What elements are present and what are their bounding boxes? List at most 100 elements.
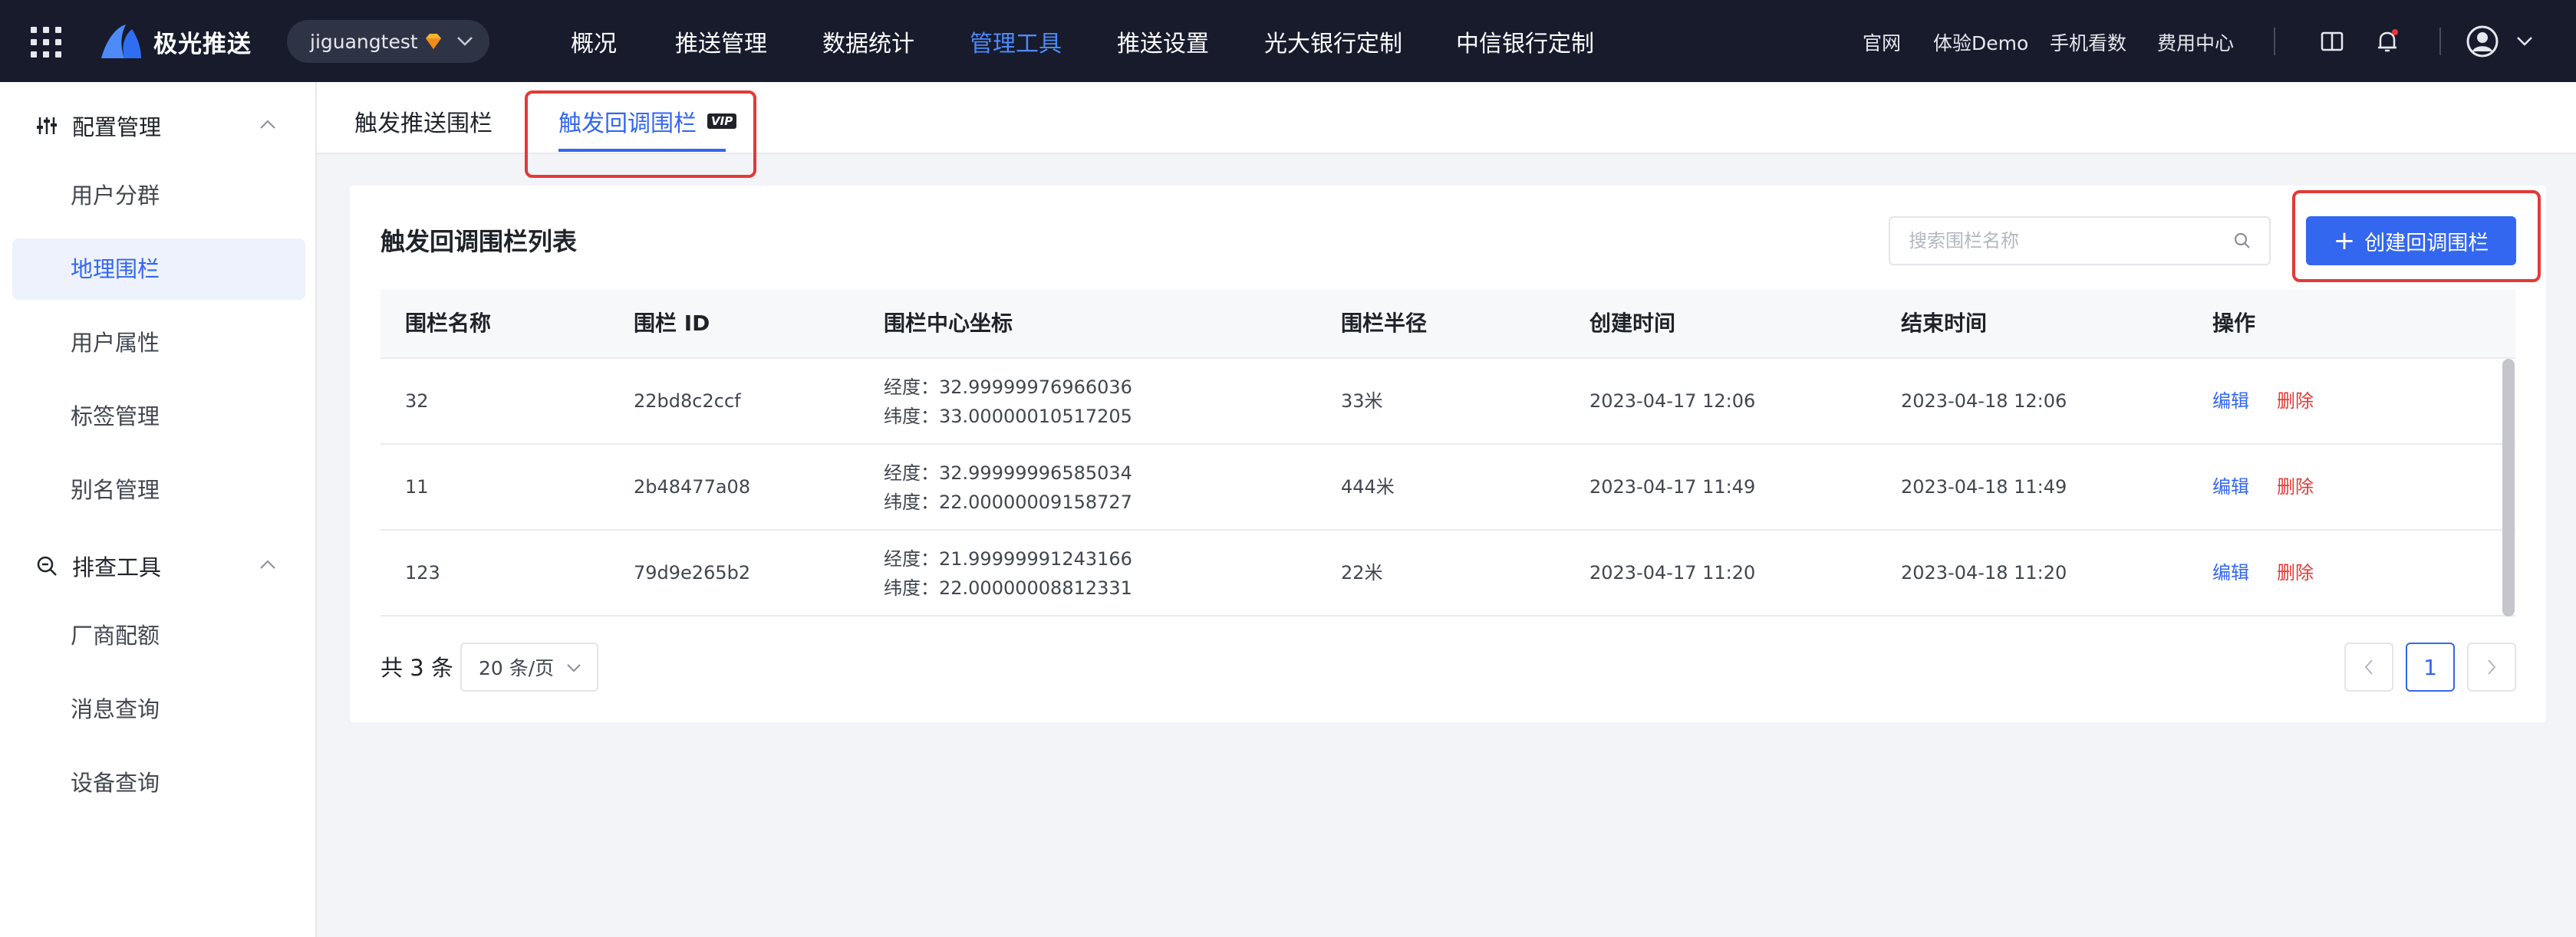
end-time: 2023-04-18 12:06 [1901,390,2067,412]
nav-everbright-custom[interactable]: 光大银行定制 [1264,26,1402,58]
created-time: 2023-04-17 11:49 [1589,476,1756,498]
card-title: 触发回调围栏列表 [380,227,578,256]
edit-link[interactable]: 编辑 [2212,445,2249,529]
demo-link[interactable]: 体验Demo [1933,29,2028,55]
tab-push-geofence[interactable]: 触发推送围栏 [354,104,492,138]
sliders-icon [37,117,57,134]
diamond-icon [425,34,441,49]
fence-center: 经度：32.99999996585034 纬度：22.0000000915872… [884,459,1132,517]
column-header: 围栏 ID [634,311,710,336]
table-scrollbar[interactable] [2502,359,2515,616]
sidebar-group-config[interactable]: 配置管理 [35,110,161,142]
column-header: 围栏名称 [405,311,492,336]
sidebar-group-label: 排查工具 [72,554,162,580]
top-navigation-bar: 极光推送 jiguangtest 概况 推送管理 数据统计 管理工具 推送设置 … [0,0,2576,82]
fence-id: 22bd8c2ccf [634,390,741,412]
sidebar: 配置管理 用户分群 地理围栏 用户属性 标签管理 别名管理 排查工具 厂商配额 … [0,82,317,937]
delete-link[interactable]: 删除 [2277,445,2314,529]
fence-name: 11 [405,476,429,498]
column-header: 围栏中心坐标 [884,311,1013,336]
search-input[interactable] [1907,229,2232,252]
mobile-view-link[interactable]: 手机看数 [2050,29,2126,55]
column-header: 结束时间 [1901,311,1988,336]
longitude: 经度：32.99999996585034 [884,462,1132,484]
prev-page-button[interactable] [2344,643,2393,692]
search-icon[interactable] [2232,231,2252,251]
fence-radius: 444米 [1341,476,1395,498]
nav-push-settings[interactable]: 推送设置 [1117,26,1209,58]
chevron-up-icon[interactable] [259,119,276,130]
longitude: 经度：21.99999991243166 [884,548,1132,570]
latitude: 纬度：33.00000010517205 [884,406,1132,427]
sidebar-item-device-query[interactable]: 设备查询 [12,752,305,814]
sidebar-item-tag-management[interactable]: 标签管理 [12,386,305,447]
nav-overview[interactable]: 概况 [571,26,617,58]
next-page-button[interactable] [2467,643,2516,692]
fence-id: 79d9e265b2 [634,562,751,584]
book-icon[interactable] [2317,26,2347,57]
search-magnify-icon [37,556,57,576]
nav-data-statistics[interactable]: 数据统计 [822,26,914,58]
nav-push-management[interactable]: 推送管理 [675,26,767,58]
page-size-select[interactable]: 20 条/页 [460,643,598,692]
official-site-link[interactable]: 官网 [1863,29,1901,55]
fence-center: 经度：21.99999991243166 纬度：22.0000000881233… [884,544,1132,603]
created-time: 2023-04-17 12:06 [1589,390,1756,412]
created-time: 2023-04-17 11:20 [1589,562,1756,584]
page-number-button[interactable]: 1 [2406,643,2455,692]
latitude: 纬度：22.00000009158727 [884,492,1132,513]
nav-management-tools[interactable]: 管理工具 [970,26,1062,58]
divider [2274,28,2275,55]
app-selector[interactable]: jiguangtest [287,20,489,63]
delete-link[interactable]: 删除 [2277,359,2314,443]
divider [2439,28,2441,55]
chevron-left-icon [2364,659,2373,675]
delete-link[interactable]: 删除 [2277,531,2314,615]
jiguang-logo-icon [101,25,141,58]
highlight-box-tab [525,90,756,178]
sidebar-item-user-segments[interactable]: 用户分群 [12,165,305,226]
chevron-right-icon [2488,659,2496,675]
apps-grid-icon[interactable] [29,25,63,59]
sidebar-item-user-attributes[interactable]: 用户属性 [12,312,305,373]
fence-radius: 22米 [1341,562,1383,584]
nav-citic-custom[interactable]: 中信银行定制 [1456,26,1594,58]
longitude: 经度：32.99999976966036 [884,376,1132,398]
fence-name: 123 [405,562,440,584]
geofence-list-card: 触发回调围栏列表 + 创建回调围栏 围栏名称 围栏 ID 围栏中心坐标 围栏半径… [350,186,2546,722]
user-avatar-icon[interactable] [2466,25,2499,58]
chevron-down-icon [456,37,473,46]
search-box[interactable] [1889,216,2271,265]
table-row: 32 22bd8c2ccf 经度：32.99999976966036 纬度：33… [380,359,2515,445]
highlight-box-create-button [2292,190,2541,282]
sidebar-item-vendor-quota[interactable]: 厂商配额 [12,605,305,666]
end-time: 2023-04-18 11:49 [1901,476,2067,498]
edit-link[interactable]: 编辑 [2212,531,2249,615]
sidebar-item-alias-management[interactable]: 别名管理 [12,459,305,521]
column-header: 创建时间 [1589,311,1676,336]
sidebar-group-troubleshoot[interactable]: 排查工具 [35,550,161,582]
table-row: 11 2b48477a08 经度：32.99999996585034 纬度：22… [380,445,2515,531]
column-header: 围栏半径 [1341,311,1428,336]
table-row: 123 79d9e265b2 经度：21.99999991243166 纬度：2… [380,531,2515,616]
fence-id: 2b48477a08 [634,476,751,498]
column-header: 操作 [2212,311,2256,336]
brand-name: 极光推送 [153,30,252,58]
chevron-up-icon[interactable] [259,559,276,570]
table-header: 围栏名称 围栏 ID 围栏中心坐标 围栏半径 创建时间 结束时间 操作 [380,290,2515,359]
latitude: 纬度：22.00000008812331 [884,577,1132,599]
sidebar-item-geofence[interactable]: 地理围栏 [12,238,305,300]
bell-icon[interactable] [2372,26,2403,57]
end-time: 2023-04-18 11:20 [1901,562,2067,584]
edit-link[interactable]: 编辑 [2212,359,2249,443]
app-name: jiguangtest [310,30,418,53]
chevron-down-icon [567,664,581,672]
fence-name: 32 [405,390,429,412]
brand-logo[interactable]: 极光推送 [98,21,252,62]
sidebar-item-message-query[interactable]: 消息查询 [12,679,305,740]
fence-center: 经度：32.99999976966036 纬度：33.0000001051720… [884,373,1132,431]
billing-center-link[interactable]: 费用中心 [2157,29,2234,55]
total-count: 共 3 条 [380,655,453,681]
sidebar-group-label: 配置管理 [72,114,162,140]
chevron-down-icon[interactable] [2516,36,2533,47]
